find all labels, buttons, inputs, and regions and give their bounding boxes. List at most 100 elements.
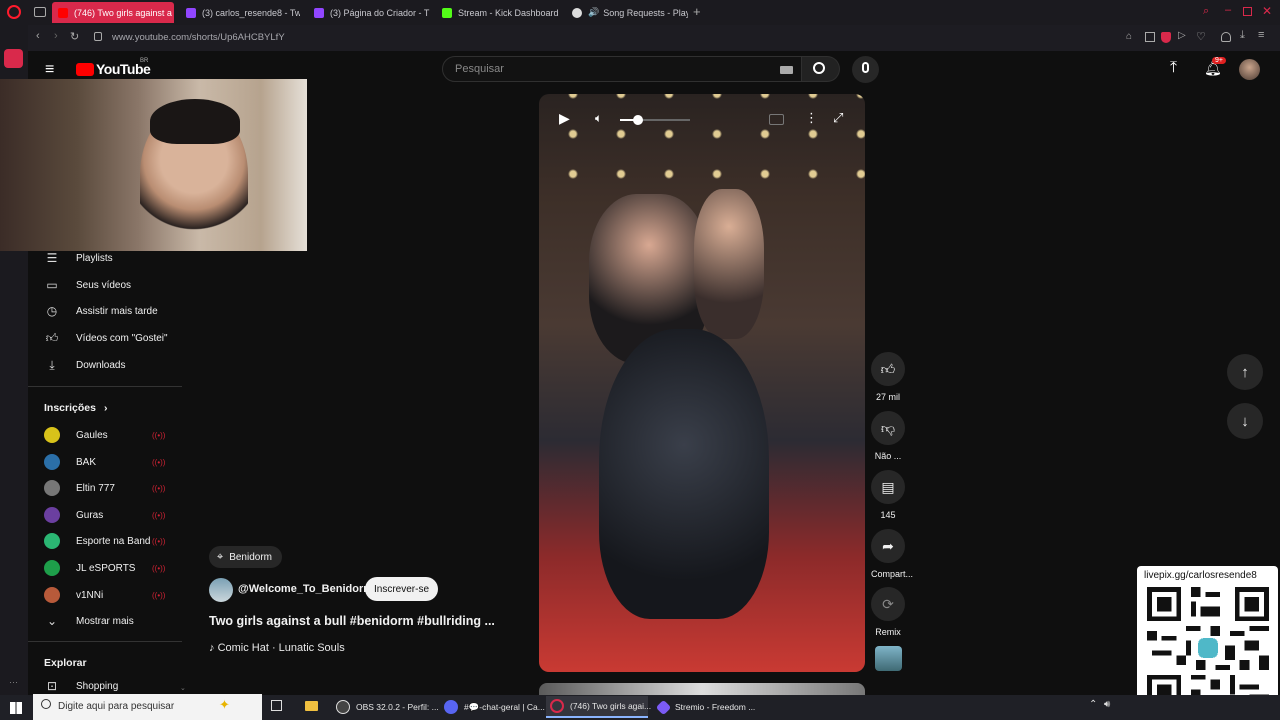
like-action[interactable]: 👍︎ 27 mil bbox=[871, 352, 905, 402]
subscriptions-heading-label: Inscrições bbox=[44, 402, 96, 414]
dislike-label: Não ... bbox=[874, 451, 902, 461]
volume-slider-handle[interactable] bbox=[632, 115, 643, 125]
reload-icon[interactable]: ↻ bbox=[70, 30, 79, 43]
close-window-button[interactable]: ✕ bbox=[1262, 4, 1272, 18]
sidebar-item-liked-videos[interactable]: 👍︎ Vídeos com "Gostei" bbox=[44, 328, 168, 348]
play-icon[interactable]: ▷ bbox=[1178, 30, 1186, 41]
upload-icon[interactable]: ⤒ bbox=[1170, 59, 1177, 77]
sidebar-item-your-videos[interactable]: ▭ Seus vídeos bbox=[44, 275, 131, 295]
voice-search-button[interactable] bbox=[852, 56, 879, 83]
tab-twitch-creator[interactable]: (3) Página do Criador - T bbox=[308, 2, 430, 23]
tab-song-requests[interactable]: 🔊 Song Requests - Play bbox=[566, 2, 688, 23]
sound-thumbnail[interactable] bbox=[875, 646, 902, 671]
pin-icon[interactable]: ⌂ bbox=[1126, 31, 1132, 42]
tab-overview-icon[interactable] bbox=[34, 7, 46, 17]
heart-icon[interactable]: ♡ bbox=[1196, 30, 1206, 43]
previous-short-button[interactable]: ↑ bbox=[1227, 354, 1263, 390]
taskbar-app-discord[interactable]: #💬-chat-geral | Ca... bbox=[440, 696, 545, 718]
search-placeholder: Pesquisar bbox=[455, 63, 504, 75]
forward-icon[interactable]: › bbox=[54, 30, 58, 42]
channel-avatar[interactable] bbox=[209, 578, 233, 602]
sidebar-divider bbox=[28, 386, 182, 387]
next-short-button[interactable]: ↓ bbox=[1227, 403, 1263, 439]
youtube-logo-icon[interactable] bbox=[76, 63, 94, 76]
comments-action[interactable]: ▤ 145 bbox=[871, 470, 905, 520]
taskbar-app-opera[interactable]: (746) Two girls agai... bbox=[546, 696, 652, 718]
comment-icon[interactable]: ▤ bbox=[871, 470, 905, 504]
sidebar-item-downloads[interactable]: ⤓ Downloads bbox=[44, 355, 125, 375]
sidebar-divider bbox=[28, 641, 182, 642]
minimize-button[interactable]: – bbox=[1225, 4, 1231, 16]
taskbar-search-input[interactable]: Digite aqui para pesquisar ✦ bbox=[33, 694, 262, 720]
fullscreen-icon[interactable]: ⤢ bbox=[833, 110, 843, 126]
back-icon[interactable]: ‹ bbox=[36, 30, 40, 42]
windows-start-icon[interactable] bbox=[10, 702, 22, 714]
remix-icon[interactable]: ⟳ bbox=[871, 587, 905, 621]
download-icon[interactable]: ⤓ bbox=[1240, 29, 1245, 42]
tray-chevron-icon[interactable]: ⌃ bbox=[1089, 699, 1097, 710]
location-chip[interactable]: ⌖ Benidorm bbox=[209, 546, 283, 568]
live-icon: ((•)) bbox=[152, 511, 166, 520]
wallet-icon[interactable] bbox=[1221, 32, 1231, 42]
next-short-preview[interactable] bbox=[539, 683, 865, 695]
subscriptions-heading[interactable]: Inscrições › bbox=[44, 398, 107, 418]
url-field[interactable]: www.youtube.com/shorts/Up6AHCBYLfY bbox=[112, 32, 285, 43]
remix-action[interactable]: ⟳ Remix bbox=[871, 587, 905, 637]
tab-kick-dashboard[interactable]: Stream - Kick Dashboard bbox=[436, 2, 560, 23]
sidebar-item-bak[interactable]: BAK bbox=[44, 452, 96, 472]
opera-logo-icon[interactable] bbox=[7, 5, 21, 19]
subscribe-button[interactable]: Inscrever-se bbox=[365, 577, 438, 601]
avatar[interactable] bbox=[1239, 59, 1260, 80]
song-link[interactable]: ♪ Comic Hat · Lunatic Souls bbox=[209, 642, 345, 654]
keyboard-icon[interactable] bbox=[780, 66, 793, 74]
short-video-player[interactable] bbox=[539, 94, 865, 672]
task-view-icon[interactable] bbox=[271, 700, 282, 711]
captions-icon[interactable] bbox=[769, 114, 784, 125]
sidebar-item-guras[interactable]: Guras bbox=[44, 505, 103, 525]
sidebar-item-watch-later[interactable]: ◷ Assistir mais tarde bbox=[44, 301, 158, 321]
obs-icon bbox=[336, 700, 350, 714]
thumb-up-icon[interactable]: 👍︎ bbox=[871, 352, 905, 386]
volume-icon[interactable]: 🔈︎ bbox=[595, 111, 602, 126]
share-action[interactable]: ➦ Compart... bbox=[871, 529, 913, 579]
file-explorer-icon[interactable] bbox=[305, 701, 318, 711]
sidebar-item-shopping[interactable]: ⊡ Shopping bbox=[44, 676, 118, 696]
tab-youtube[interactable]: (746) Two girls against a b bbox=[52, 2, 174, 23]
menu-icon[interactable]: ≡ bbox=[1258, 29, 1264, 41]
search-tabs-icon[interactable]: ⌕ bbox=[1203, 5, 1209, 18]
search-input[interactable]: Pesquisar bbox=[442, 56, 802, 82]
taskbar-app-obs[interactable]: OBS 32.0.2 - Perfil: ... bbox=[332, 696, 439, 718]
speaker-icon[interactable]: 🔊︎ bbox=[1104, 699, 1110, 710]
video-title[interactable]: Two girls against a bull #benidorm #bull… bbox=[209, 614, 495, 628]
sidebar-item-label: v1NNi bbox=[76, 589, 104, 601]
taskbar-app-stremio[interactable]: Stremio - Freedom ... bbox=[654, 696, 756, 718]
avatar bbox=[44, 507, 60, 523]
taskbar-app-label: (746) Two girls agai... bbox=[570, 701, 652, 711]
sidebar-item-eltin[interactable]: Eltin 777 bbox=[44, 478, 115, 498]
maximize-button[interactable] bbox=[1243, 7, 1252, 16]
tab-twitch-channel[interactable]: (3) carlos_resende8 - Tw bbox=[180, 2, 300, 23]
share-icon[interactable]: ➦ bbox=[871, 529, 905, 563]
sidebar-item-esporte-na-band[interactable]: Esporte na Band bbox=[44, 531, 151, 551]
snapshot-icon[interactable] bbox=[1145, 32, 1155, 42]
play-button[interactable]: ▶ bbox=[559, 110, 570, 127]
more-options-icon[interactable]: ⋮ bbox=[805, 110, 818, 126]
hamburger-menu-icon[interactable]: ≡ bbox=[45, 61, 54, 79]
dislike-action[interactable]: 👎︎ Não ... bbox=[871, 411, 905, 461]
sidebar-item-jl-esports[interactable]: JL eSPORTS bbox=[44, 558, 135, 578]
thumb-down-icon[interactable]: 👎︎ bbox=[871, 411, 905, 445]
search-button[interactable] bbox=[802, 56, 840, 82]
sidebar-item-playlists[interactable]: ☰ Playlists bbox=[44, 248, 113, 268]
sidebar-scrollbar-arrow[interactable]: ⌄ bbox=[180, 684, 186, 692]
shield-icon[interactable] bbox=[1161, 32, 1171, 43]
browser-tab-strip: (746) Two girls against a b (3) carlos_r… bbox=[0, 0, 1280, 25]
discord-icon bbox=[444, 700, 458, 714]
sidebar-item-gaules[interactable]: Gaules bbox=[44, 425, 108, 445]
opera-home-icon[interactable] bbox=[4, 49, 23, 68]
sidebar-more-icon[interactable]: ··· bbox=[9, 677, 18, 687]
new-tab-button[interactable]: + bbox=[693, 4, 701, 19]
sidebar-item-label: Esporte na Band bbox=[76, 535, 151, 547]
sidebar-item-v1nni[interactable]: v1NNi bbox=[44, 585, 103, 605]
show-more-button[interactable]: ⌄ Mostrar mais bbox=[44, 611, 134, 631]
channel-name[interactable]: @Welcome_To_Benidorm bbox=[238, 583, 373, 595]
